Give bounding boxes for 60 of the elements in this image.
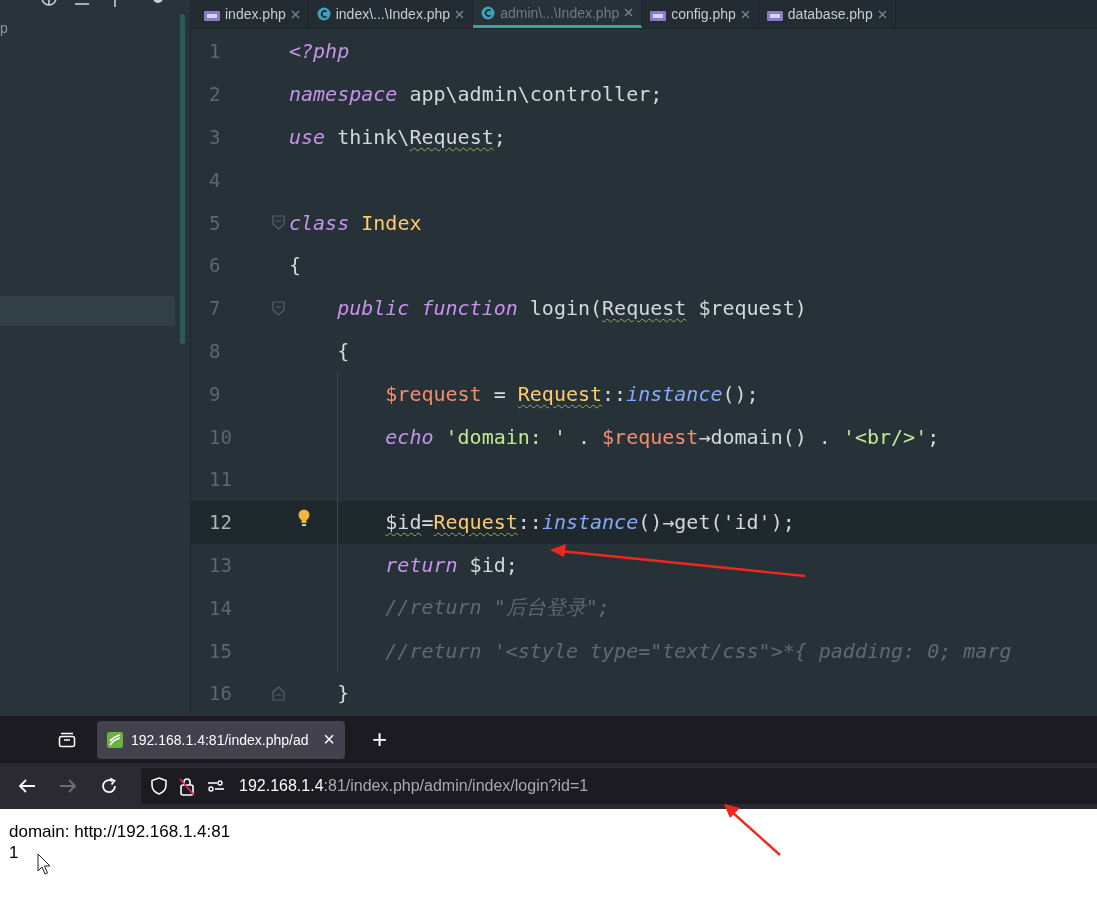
class-file-icon bbox=[316, 7, 331, 21]
page-text: 1 bbox=[9, 842, 20, 863]
close-icon[interactable] bbox=[624, 8, 634, 17]
line-number: 9 bbox=[208, 382, 222, 405]
line-number: 1 bbox=[208, 40, 222, 63]
favicon-icon bbox=[107, 731, 123, 748]
line-number: 14 bbox=[208, 596, 233, 619]
file-name[interactable]: p bbox=[0, 20, 8, 36]
line-number: 6 bbox=[208, 254, 222, 277]
code-line: { bbox=[337, 338, 350, 363]
code-line: namespace app\admin\controller; bbox=[289, 82, 663, 107]
shield-icon[interactable] bbox=[151, 777, 167, 795]
close-icon[interactable] bbox=[290, 9, 300, 19]
code-line: $request = Request::instance(); bbox=[385, 381, 759, 406]
locate-icon[interactable] bbox=[40, 0, 58, 7]
browser-tab[interactable]: 192.168.1.4:81/index.php/ad × bbox=[97, 720, 345, 759]
reload-icon[interactable] bbox=[100, 777, 118, 795]
tab-list-icon[interactable] bbox=[58, 731, 76, 748]
url-host: 192.168.1.4 bbox=[239, 777, 324, 795]
close-icon[interactable] bbox=[877, 9, 887, 19]
line-number: 8 bbox=[208, 339, 222, 362]
permissions-icon[interactable] bbox=[207, 780, 225, 792]
line-number: 10 bbox=[208, 425, 233, 448]
line-number: 16 bbox=[208, 682, 233, 705]
back-icon[interactable] bbox=[18, 778, 36, 794]
code-line: return $id; bbox=[385, 552, 518, 577]
line-number: 7 bbox=[208, 297, 222, 320]
line-number: 11 bbox=[208, 468, 233, 491]
code-line: echo 'domain: ' . $request→domain() . '<br/>'; bbox=[385, 424, 940, 449]
line-number: 15 bbox=[208, 639, 233, 662]
lightbulb-icon[interactable] bbox=[298, 508, 310, 526]
line-number: 5 bbox=[208, 211, 222, 234]
code-line: use think\Request; bbox=[289, 125, 506, 149]
code-line: public function login(Request $request) bbox=[337, 296, 807, 321]
page-text: domain: http://192.168.1.4:81 bbox=[9, 821, 232, 842]
line-number: 2 bbox=[208, 83, 222, 106]
editor-tab[interactable]: index.php bbox=[196, 0, 309, 28]
line-number: 13 bbox=[208, 553, 233, 576]
mouse-cursor-icon bbox=[37, 853, 52, 875]
new-tab-button[interactable]: + bbox=[366, 724, 394, 755]
code-line: } bbox=[337, 681, 350, 706]
line-number: 3 bbox=[208, 126, 222, 148]
scrollbar[interactable] bbox=[180, 14, 185, 344]
line-number: 12 bbox=[208, 511, 233, 534]
code-line: class Index bbox=[289, 210, 422, 235]
url-path: :81/index.php/admin/index/login?id=1 bbox=[323, 777, 589, 795]
editor-tab[interactable]: config.php bbox=[642, 0, 759, 28]
code-line: <?php bbox=[289, 39, 350, 64]
collapse-icon[interactable] bbox=[73, 0, 91, 7]
address-bar[interactable]: 192.168.1.4:81/index.php/admin/index/login?id=1 bbox=[141, 768, 1097, 804]
code-line: //return '<style type="text/css">*{ padding: 0; marg bbox=[385, 638, 1012, 663]
class-file-icon bbox=[481, 5, 496, 20]
editor-tab[interactable]: database.php bbox=[758, 0, 896, 28]
code-line: //return "后台登录"; bbox=[385, 594, 610, 622]
code-line: $id=Request::instance()→get('id'); bbox=[385, 510, 795, 535]
broken-lock-icon[interactable] bbox=[179, 776, 195, 796]
line-number: 4 bbox=[208, 168, 222, 191]
code-line: { bbox=[289, 253, 302, 278]
close-icon[interactable] bbox=[740, 9, 750, 19]
close-icon[interactable] bbox=[455, 9, 465, 19]
